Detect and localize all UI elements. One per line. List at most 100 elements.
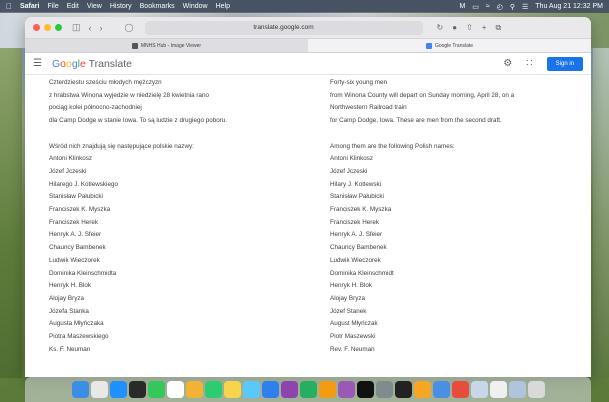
translated-line: for Camp Dodge, Iowa. These are men from… [330,117,502,125]
tab-google-translate[interactable]: Google Translate [308,39,591,52]
calendar-icon[interactable] [166,381,184,398]
preview-icon[interactable] [470,381,488,398]
translated-line: Józef Stanek [330,307,367,315]
source-line: Hilarego J. Kotlewskiego [49,180,118,188]
mail-icon[interactable] [261,381,279,398]
source-line: Józefa Stanka [49,307,89,315]
sidebar-icon[interactable]: ◫ [72,22,81,33]
forward-icon[interactable]: › [100,23,103,33]
tab-bar: MNHS Hub - Image Viewer Google Translate [25,39,591,53]
gmail-icon[interactable]: M [459,3,465,10]
password-icon[interactable]: ● [452,23,457,33]
sign-in-button[interactable]: Sign in [546,56,583,71]
safari-window: ◫ ‹ › ◯ translate.google.com ↻ ● ⇧ + ⧉ M… [25,17,591,377]
news-icon[interactable] [451,381,469,398]
launchpad-icon[interactable] [90,381,108,398]
address-url: translate.google.com [253,24,314,31]
safari-icon[interactable] [109,381,127,398]
translated-line: Forty-six young men [330,79,388,86]
app-icon[interactable] [413,381,431,398]
source-line: Franciszek Herek [49,218,98,226]
tab-label: MNHS Hub - Image Viewer [140,42,202,49]
privacy-shield-icon[interactable]: ◯ [125,23,134,32]
share-icon[interactable]: ⇧ [466,23,473,33]
settings-icon[interactable] [375,381,393,398]
maps-icon[interactable] [242,381,260,398]
menu-file[interactable]: File [47,3,58,10]
settings-gear-icon[interactable]: ⚙ [503,58,512,69]
tab-label: Google Translate [434,42,474,49]
tab-overview-icon[interactable]: ⧉ [495,23,501,33]
battery-icon[interactable]: ▭ [472,3,479,11]
source-line: Augusta Młyńczaka [49,320,104,328]
finder-icon[interactable] [71,381,89,398]
menu-help[interactable]: Help [216,3,230,10]
translated-line: Dominika Kleinschmidt [330,269,394,277]
source-text-panel[interactable]: Czterdziestu sześciu młodych mężczyzn z h… [25,75,310,365]
menu-history[interactable]: History [110,3,132,10]
translated-text-panel: Forty-six young men from Winona County wi… [310,75,591,365]
tab-mnhs-hub[interactable]: MNHS Hub - Image Viewer [25,39,308,52]
address-bar[interactable]: ◯ translate.google.com [125,20,423,35]
translated-line: from Winona County will depart on Sunday… [330,91,515,99]
translated-line: Franciszek Herek [330,218,379,226]
pages-icon[interactable] [318,381,336,398]
wifi-icon[interactable]: ≈ [486,3,490,10]
menu-view[interactable]: View [87,3,102,10]
google-translate-favicon-icon [425,42,432,49]
translated-line: August Młyńczak [330,320,378,328]
messages-icon[interactable] [147,381,165,398]
source-line: pociąg kolei północno-zachodniej [49,104,142,112]
podcasts-icon[interactable] [337,381,355,398]
apple-icon[interactable]:  [6,2,12,11]
browser-toolbar: ◫ ‹ › ◯ translate.google.com ↻ ● ⇧ + ⧉ [25,17,591,39]
window-controls [33,24,62,31]
translated-line: Among them are the following Polish name… [330,142,455,150]
control-center-icon[interactable]: ☰ [522,3,528,11]
menu-bookmarks[interactable]: Bookmarks [140,3,175,10]
app-icon[interactable] [280,381,298,398]
trash-icon[interactable] [527,381,545,398]
dock [25,377,591,402]
new-tab-icon[interactable]: + [482,23,487,33]
notes-icon[interactable] [223,381,241,398]
photos-icon[interactable] [185,381,203,398]
close-window-button[interactable] [33,24,40,31]
translate-header: ☰ Google Translate ⚙ ∷ Sign in [25,53,591,75]
app-icon[interactable] [394,381,412,398]
numbers-icon[interactable] [299,381,317,398]
minimize-window-button[interactable] [44,24,51,31]
translated-line: Henryk A. J. Sfeier [330,231,383,239]
source-line: Antoni Klinkosz [49,155,93,163]
translated-line: Piotr Maszewski [330,333,376,341]
source-line: Wśród nich znajdują się następujące pols… [49,142,194,150]
translated-line: Józef Jczeski [330,167,368,175]
menu-window[interactable]: Window [183,3,208,10]
tv-icon[interactable] [356,381,374,398]
clock-status-icon[interactable]: ◴ [497,3,503,11]
menu-app-name[interactable]: Safari [20,3,39,10]
folder-icon[interactable] [508,381,526,398]
google-translate-logo[interactable]: Google Translate [52,58,132,70]
facetime-icon[interactable] [204,381,222,398]
menu-edit[interactable]: Edit [67,3,79,10]
translated-line: Stanisław Pałubicki [330,193,384,201]
back-icon[interactable]: ‹ [89,23,92,33]
translated-line: Antoni Klinkosz [330,155,374,163]
app-icon[interactable] [128,381,146,398]
translated-line: Chauncy Bambenek [330,244,387,252]
apps-grid-icon[interactable]: ∷ [526,58,532,69]
source-line: Piotra Maszewskiego [49,333,109,341]
search-icon[interactable]: ⚲ [510,3,515,11]
source-line [49,128,310,141]
zoom-window-button[interactable] [55,24,62,31]
reload-icon[interactable]: ↻ [437,23,444,33]
main-menu-icon[interactable]: ☰ [33,58,42,69]
documents-icon[interactable] [489,381,507,398]
menu-clock[interactable]: Thu Aug 21 12:32 PM [535,3,603,10]
app-icon[interactable] [432,381,450,398]
translated-line: Rev. F. Neuman [330,345,375,353]
desktop-wallpaper-left [0,48,22,378]
translated-line [330,128,591,141]
source-line: Ks. F. Neuman [49,345,91,353]
